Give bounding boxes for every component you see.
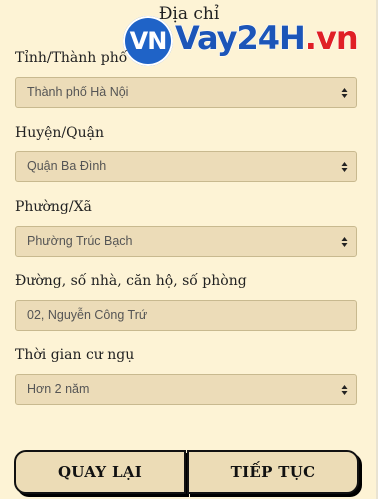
select-arrows-icon: [341, 237, 348, 247]
select-arrows-icon: [341, 88, 348, 98]
select-arrows-icon: [341, 385, 348, 395]
province-value: Thành phố Hà Nội: [27, 85, 129, 99]
district-label: Huyện/Quận: [15, 125, 105, 141]
address-form-page: Địa chỉ VN Vay24H.vn Tỉnh/Thành phố Thàn…: [0, 0, 378, 499]
select-arrows-icon: [341, 162, 348, 172]
residence-value: Hơn 2 năm: [27, 382, 90, 396]
logo-wordmark: Vay24H.vn: [175, 19, 360, 58]
district-value: Quận Ba Đình: [27, 159, 107, 173]
residence-select[interactable]: Hơn 2 năm: [15, 374, 357, 405]
ward-label: Phường/Xã: [15, 199, 92, 215]
ward-value: Phường Trúc Bạch: [27, 234, 133, 248]
street-input[interactable]: 02, Nguyễn Công Trứ: [15, 300, 357, 331]
continue-button[interactable]: TIẾP TỤC: [187, 450, 359, 494]
logo-badge: VN: [123, 16, 173, 66]
logo-brand-red: .vn: [304, 19, 359, 58]
vay24h-logo: VN Vay24H.vn: [123, 16, 373, 66]
street-label: Đường, số nhà, căn hộ, số phòng: [15, 273, 247, 289]
form-actions: QUAY LẠI TIẾP TỤC: [14, 450, 359, 494]
province-label: Tỉnh/Thành phố: [15, 50, 128, 66]
ward-select[interactable]: Phường Trúc Bạch: [15, 226, 357, 257]
street-value: 02, Nguyễn Công Trứ: [27, 308, 148, 322]
district-select[interactable]: Quận Ba Đình: [15, 151, 357, 182]
logo-brand-blue: Vay24H: [175, 19, 307, 58]
back-button[interactable]: QUAY LẠI: [14, 450, 186, 494]
province-select[interactable]: Thành phố Hà Nội: [15, 77, 357, 108]
residence-label: Thời gian cư ngụ: [15, 347, 135, 363]
